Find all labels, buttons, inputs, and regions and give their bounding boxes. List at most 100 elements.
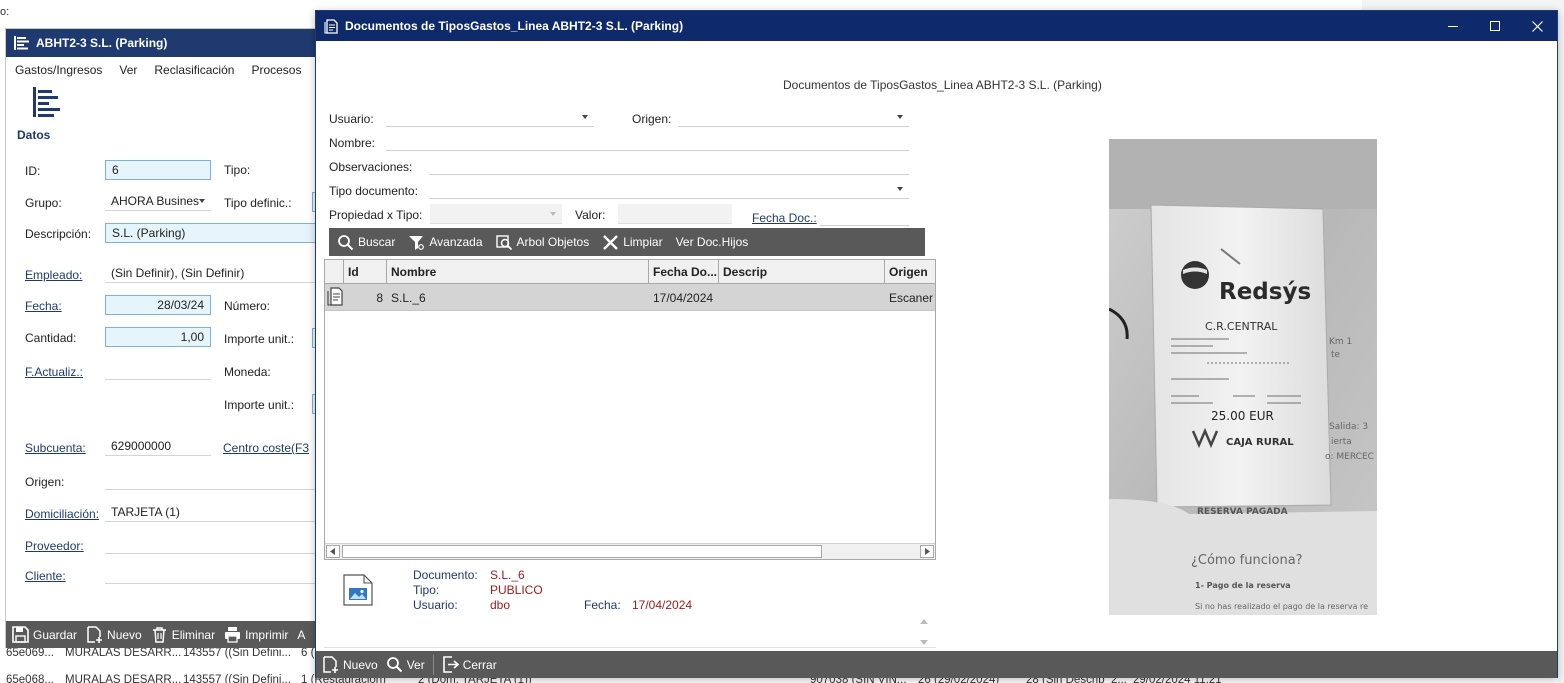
footer-ver-button[interactable]: Ver [386, 656, 425, 673]
document-row-icon [327, 287, 343, 306]
expense-window-titlebar[interactable]: ABHT2-3 S.L. (Parking) [6, 29, 334, 57]
documents-dialog: Documentos de TiposGastos_Linea ABHT2-3 … [315, 10, 1558, 678]
centro-coste-link[interactable]: Centro coste(F3 [223, 441, 309, 455]
nuevo-button[interactable]: Nuevo [86, 626, 142, 643]
eliminar-label: Eliminar [171, 627, 216, 642]
cantidad-field[interactable]: 1,00 [105, 327, 211, 347]
id-field[interactable]: 6 [105, 160, 211, 180]
ver-doc-hijos-button[interactable]: Ver Doc.Hijos [676, 235, 749, 249]
filter-icon [409, 235, 425, 250]
usuario-select[interactable] [386, 107, 594, 127]
column-fecha[interactable]: Fecha Do... [649, 260, 719, 284]
row-id: 65e068... [6, 674, 54, 683]
receipt-reserva: RESERVA PAGADA [1197, 507, 1288, 517]
expense-toolbar: Guardar Nuevo Eliminar Imprimir A [6, 621, 334, 648]
column-id[interactable]: Id [344, 260, 387, 284]
footer-cerrar-button[interactable]: Cerrar [442, 656, 497, 673]
grupo-select[interactable]: AHORA Busines [105, 191, 211, 211]
fecha-doc-link[interactable]: Fecha Doc.: [752, 211, 817, 225]
origen-select[interactable] [678, 107, 909, 127]
row-id: 65e069... [6, 647, 54, 659]
buscar-button[interactable]: Buscar [337, 234, 395, 251]
imprimir-button[interactable]: Imprimir [224, 626, 288, 643]
descripcion-field[interactable]: S.L. (Parking) [105, 223, 335, 243]
dialog-title: Documentos de TiposGastos_Linea ABHT2-3 … [345, 19, 684, 33]
maximize-button[interactable] [1474, 11, 1516, 41]
factualiz-field[interactable] [105, 360, 211, 380]
nombre-input[interactable] [386, 131, 909, 151]
scroll-left-icon[interactable] [326, 545, 340, 558]
domiciliacion-field[interactable]: TARJETA (1) [105, 502, 335, 522]
info-tipo-value: PUBLICO [490, 583, 543, 597]
menu-procesos[interactable]: Procesos [251, 63, 301, 77]
cell-nombre: S.L._6 [391, 291, 426, 305]
subcuenta-field[interactable]: 629000000 [105, 436, 211, 456]
divider [324, 647, 936, 648]
menu-gastos-ingresos[interactable]: Gastos/Ingresos [15, 63, 102, 77]
limpiar-button[interactable]: Limpiar [602, 234, 663, 251]
info-fecha-label: Fecha: [584, 598, 621, 612]
expense-window-title: ABHT2-3 S.L. (Parking) [36, 36, 168, 50]
printer-icon [225, 627, 241, 643]
dialog-titlebar[interactable]: Documentos de TiposGastos_Linea ABHT2-3 … [316, 11, 1557, 41]
info-scroller[interactable] [916, 619, 932, 645]
usuario-label: Usuario: [329, 112, 374, 126]
proveedor-field[interactable] [105, 534, 335, 554]
avanzada-button[interactable]: Avanzada [408, 234, 483, 251]
arbol-objetos-button[interactable]: Arbol Objetos [495, 234, 589, 251]
footer-nuevo-button[interactable]: Nuevo [322, 656, 378, 673]
cliente-link[interactable]: Cliente: [25, 569, 66, 583]
observaciones-input[interactable] [429, 155, 909, 175]
minimize-button[interactable] [1432, 11, 1474, 41]
receipt-merchant: C.R.CENTRAL [1205, 320, 1278, 333]
scrollbar-thumb[interactable] [342, 545, 822, 558]
menu-ver[interactable]: Ver [119, 63, 137, 77]
propiedad-select[interactable] [430, 204, 562, 224]
domiciliacion-link[interactable]: Domiciliación: [25, 507, 99, 521]
chevron-down-icon[interactable] [920, 640, 928, 645]
chevron-down-icon [550, 212, 556, 216]
toolbar-separator [432, 654, 434, 675]
fecha-doc-input[interactable] [820, 206, 909, 226]
factualiz-link[interactable]: F.Actualiz.: [25, 365, 83, 379]
empleado-field[interactable]: (Sin Definir), (Sin Definir) [105, 263, 335, 283]
close-button[interactable] [1516, 11, 1558, 41]
grupo-label: Grupo: [25, 196, 62, 210]
cell-origen: Escaner [889, 291, 934, 305]
subcuenta-link[interactable]: Subcuenta: [25, 441, 86, 455]
numero-label: Número: [224, 299, 271, 313]
ver-doc-hijos-label: Ver Doc.Hijos [675, 235, 749, 249]
valor-input[interactable] [618, 204, 732, 224]
clear-icon [603, 234, 619, 250]
minimize-icon [1448, 26, 1458, 27]
cliente-field[interactable] [105, 564, 335, 584]
info-documento-value: S.L._6 [490, 568, 525, 582]
receipt-side-text: te [1331, 350, 1341, 360]
background-label: o: [0, 6, 10, 18]
menu-reclasificacion[interactable]: Reclasificación [154, 63, 234, 77]
column-nombre[interactable]: Nombre [387, 260, 649, 284]
horizontal-scrollbar[interactable] [325, 543, 935, 559]
receipt-bank: CAJA RURAL [1226, 437, 1294, 448]
empleado-link[interactable]: Empleado: [25, 268, 82, 282]
info-usuario-label: Usuario: [413, 598, 458, 612]
eliminar-button[interactable]: Eliminar [151, 626, 215, 643]
origen-field[interactable] [105, 470, 335, 490]
column-descrip[interactable]: Descrip [719, 260, 885, 284]
footer-ver-label: Ver [406, 657, 425, 672]
imprimir-label: Imprimir [245, 627, 289, 642]
footer-nuevo-label: Nuevo [343, 657, 378, 672]
table-row[interactable]: 8 S.L._6 17/04/2024 Escaner [325, 284, 935, 311]
guardar-button[interactable]: Guardar [12, 626, 77, 643]
image-file-icon [343, 574, 373, 606]
fecha-field[interactable]: 28/03/24 [105, 295, 211, 315]
proveedor-link[interactable]: Proveedor: [25, 539, 84, 553]
maximize-icon [1490, 21, 1500, 31]
fecha-link[interactable]: Fecha: [25, 299, 62, 313]
scroll-right-icon[interactable] [920, 545, 934, 558]
redsys-logo-icon [1181, 261, 1209, 289]
more-button[interactable]: A [297, 628, 305, 642]
chevron-up-icon[interactable] [920, 619, 928, 624]
tipo-documento-select[interactable] [429, 179, 909, 199]
column-origen[interactable]: Origen [885, 260, 935, 284]
